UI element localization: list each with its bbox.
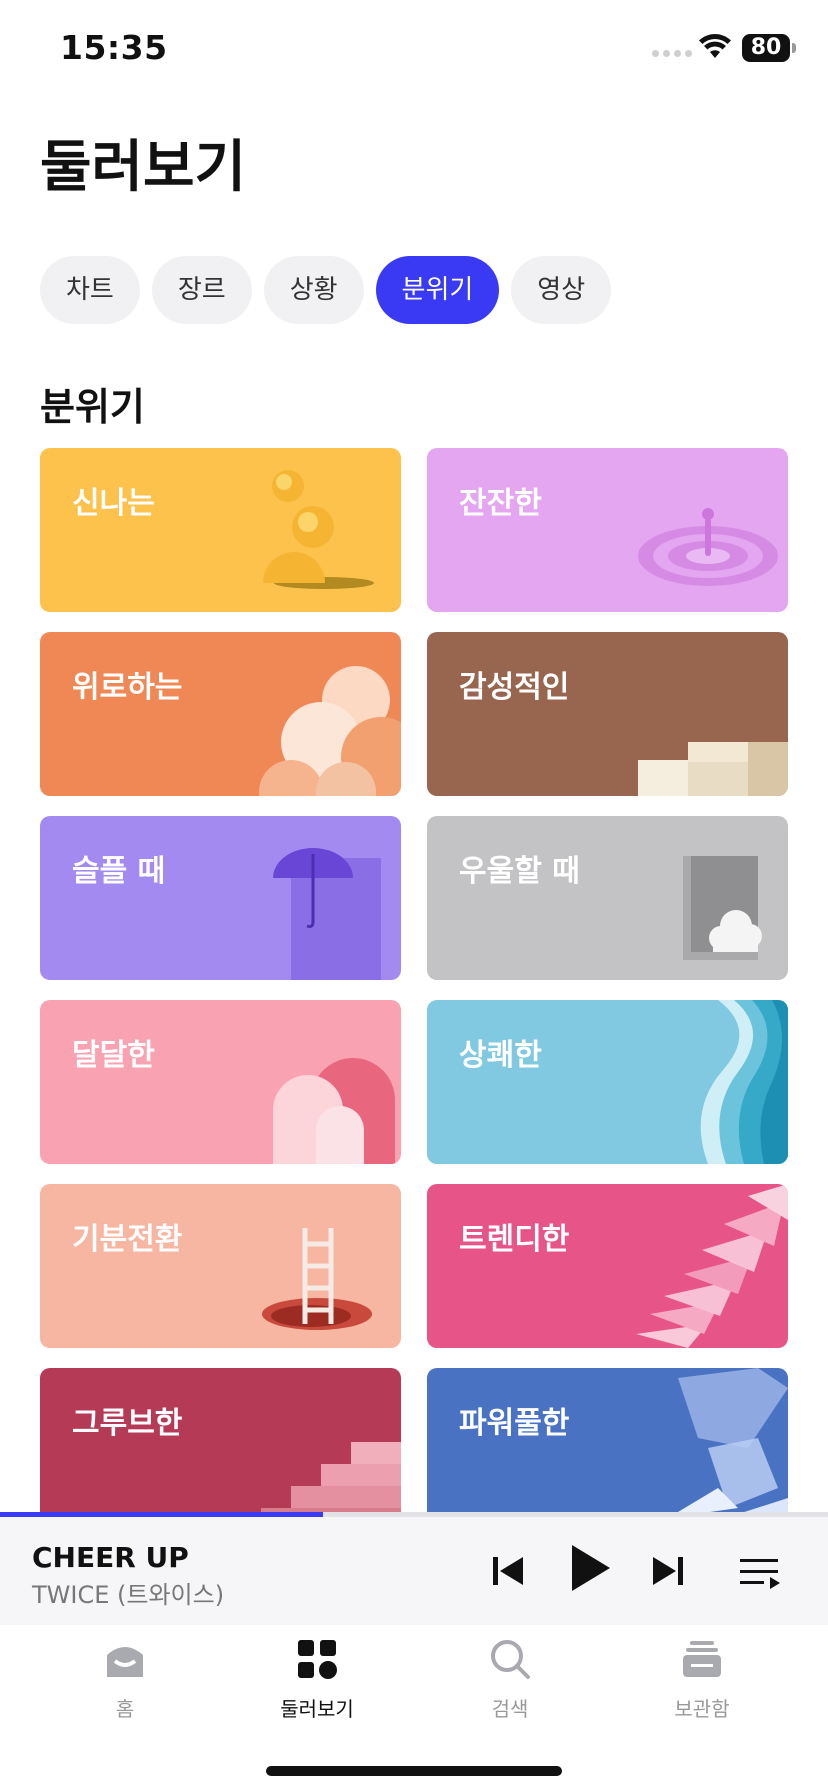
battery-cap <box>792 43 796 53</box>
artist-name: TWICE (트와이스) <box>32 1581 225 1609</box>
mood-card-groovy[interactable]: 그루브한 <box>40 1368 401 1532</box>
library-icon <box>683 1641 721 1677</box>
ladder-icon <box>262 1228 372 1330</box>
status-time: 15:35 <box>60 28 168 67</box>
home-icon <box>107 1647 143 1677</box>
next-track-icon[interactable] <box>650 1547 686 1595</box>
mini-player[interactable]: CHEER UP TWICE (트와이스) <box>0 1517 828 1625</box>
mood-card-refreshing[interactable]: 상쾌한 <box>427 1000 788 1164</box>
mood-card-label: 그루브한 <box>72 1406 183 1441</box>
tab-home-label: 홈 <box>115 1697 135 1721</box>
waves-icon <box>700 1000 788 1164</box>
mood-card-label: 상쾌한 <box>459 1038 542 1073</box>
wifi-icon <box>699 34 731 58</box>
glass-shards-icon <box>648 1368 788 1532</box>
mood-card-comforting[interactable]: 위로하는 <box>40 632 401 796</box>
mood-card-refresh-mood[interactable]: 기분전환 <box>40 1184 401 1348</box>
play-icon[interactable] <box>568 1541 612 1595</box>
status-bar: 15:35 80 <box>0 0 828 100</box>
arches-icon <box>273 1058 395 1164</box>
mood-card-label: 트렌디한 <box>459 1222 570 1257</box>
tab-library-label: 보관함 <box>674 1697 730 1721</box>
mood-card-label: 신나는 <box>72 486 155 521</box>
chip-video[interactable]: 영상 <box>511 256 612 324</box>
tab-search[interactable]: 검색 <box>440 1637 580 1722</box>
song-title: CHEER UP <box>32 1541 189 1574</box>
window-cloud-icon <box>683 856 762 960</box>
playlist-queue-icon[interactable] <box>738 1553 782 1593</box>
chip-genre[interactable]: 장르 <box>151 256 252 324</box>
mood-card-powerful[interactable]: 파워풀한 <box>427 1368 788 1532</box>
chip-chart[interactable]: 차트 <box>40 256 140 324</box>
steps-block-icon <box>638 742 788 796</box>
mood-card-sad[interactable]: 슬플 때 <box>40 816 401 980</box>
umbrella-icon <box>273 848 381 980</box>
category-chips: 차트 장르 상황 분위기 영상 <box>40 256 612 324</box>
spheres-icon <box>263 470 374 589</box>
mood-card-label: 감성적인 <box>459 670 570 705</box>
mood-card-trendy[interactable]: 트렌디한 <box>427 1184 788 1348</box>
mood-card-gloomy[interactable]: 우울할 때 <box>427 816 788 980</box>
tab-browse[interactable]: 둘러보기 <box>247 1637 387 1722</box>
tab-search-label: 검색 <box>491 1697 529 1721</box>
mood-card-exciting[interactable]: 신나는 <box>40 448 401 612</box>
water-drop-icon <box>638 508 778 586</box>
mood-card-label: 파워풀한 <box>459 1406 570 1441</box>
cellular-signal-icon <box>652 50 692 57</box>
mood-card-label: 잔잔한 <box>459 486 542 521</box>
mood-card-label: 위로하는 <box>72 670 183 705</box>
mood-card-label: 기분전환 <box>72 1222 183 1257</box>
battery-level: 80 <box>742 34 790 62</box>
bubbles-icon <box>259 666 401 796</box>
browse-grid-icon <box>298 1640 337 1679</box>
tab-library[interactable]: 보관함 <box>632 1637 772 1722</box>
tab-browse-label: 둘러보기 <box>280 1697 354 1721</box>
section-title: 분위기 <box>40 385 145 429</box>
mood-card-emotional[interactable]: 감성적인 <box>427 632 788 796</box>
mood-card-sweet[interactable]: 달달한 <box>40 1000 401 1164</box>
chip-situation[interactable]: 상황 <box>263 256 364 324</box>
search-icon <box>491 1640 530 1679</box>
home-indicator <box>266 1766 562 1776</box>
mood-card-calm[interactable]: 잔잔한 <box>427 448 788 612</box>
previous-track-icon[interactable] <box>490 1547 526 1595</box>
cards-fan-icon <box>636 1184 788 1348</box>
chip-mood[interactable]: 분위기 <box>375 256 500 324</box>
mood-card-label: 달달한 <box>72 1038 155 1073</box>
mood-card-label: 슬플 때 <box>72 854 166 889</box>
tab-home[interactable]: 홈 <box>55 1637 195 1722</box>
mood-card-label: 우울할 때 <box>459 854 580 889</box>
stairs-icon <box>261 1442 401 1532</box>
page-title: 둘러보기 <box>40 135 247 200</box>
